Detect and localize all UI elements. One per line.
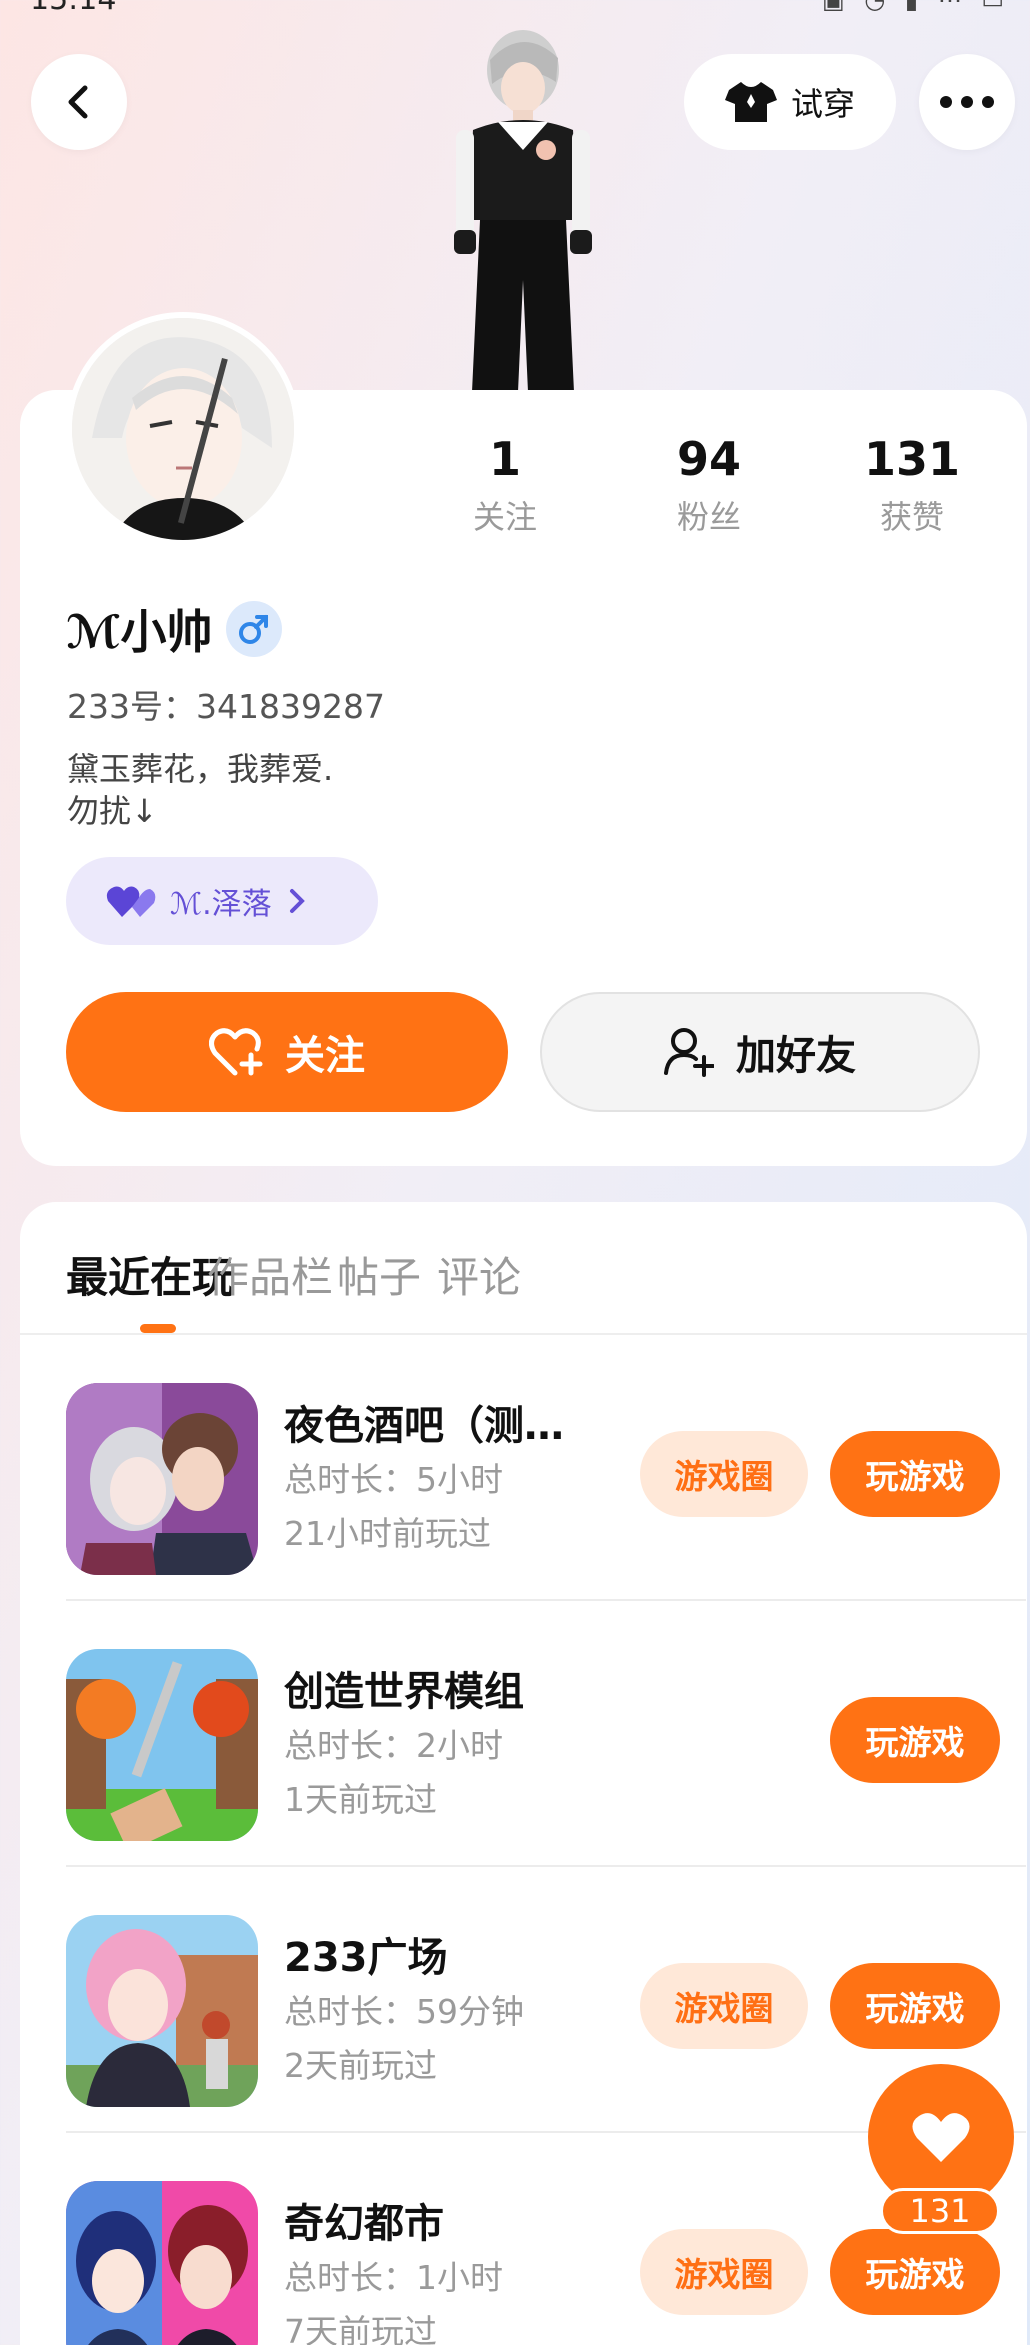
couple-tag[interactable]: ℳ.泽落 — [66, 857, 378, 945]
game-duration: 总时长：59分钟 — [284, 1992, 524, 2031]
game-row[interactable]: 夜色酒吧（测… 总时长：5小时 21小时前玩过 游戏圈 玩游戏 — [66, 1335, 1026, 1601]
game-name: 创造世界模组 — [284, 1669, 524, 1715]
play-game-button[interactable]: 玩游戏 — [830, 2229, 1000, 2315]
bio: 黛玉葬花，我葬爱. 勿扰↓ — [67, 750, 334, 830]
character-3d-avatar[interactable] — [428, 30, 618, 392]
stat-following[interactable]: 1 关注 — [425, 432, 585, 538]
status-icons: ▣ ◔ ▮ ⋯ ▭ — [821, 0, 1010, 14]
game-last-played: 21小时前玩过 — [284, 1514, 491, 1553]
play-game-button[interactable]: 玩游戏 — [830, 1431, 1000, 1517]
try-on-label: 试穿 — [790, 85, 855, 123]
games-card: 最近在玩 作品栏 帖子 评论 夜色酒吧（测… 总时长：5小时 21小时前玩过 游… — [20, 1202, 1027, 2345]
following-count: 1 — [488, 432, 521, 486]
user-id: 233号：341839287 — [67, 687, 385, 726]
game-row[interactable]: 创造世界模组 总时长：2小时 1天前玩过 玩游戏 — [66, 1601, 1026, 1867]
fans-count: 94 — [676, 432, 741, 486]
tab-posts[interactable]: 帖子 — [337, 1244, 421, 1305]
game-name: 奇幻都市 — [284, 2201, 444, 2247]
male-icon — [226, 601, 283, 657]
game-name: 233广场 — [284, 1935, 448, 1981]
chevron-right-icon — [289, 889, 305, 913]
nickname: ℳ小帅 — [66, 605, 213, 659]
tab-comments[interactable]: 评论 — [437, 1244, 521, 1305]
game-icon-233-plaza — [66, 1915, 258, 2107]
stat-fans[interactable]: 94 粉丝 — [629, 432, 789, 538]
add-friend-button[interactable]: 加好友 — [540, 992, 980, 1112]
likes-label: 获赞 — [879, 498, 944, 536]
game-duration: 总时长：5小时 — [284, 1460, 503, 1499]
game-last-played: 2天前玩过 — [284, 2046, 437, 2085]
status-bar: 15:14 ▣ ◔ ▮ ⋯ ▭ — [0, 0, 1030, 14]
fans-label: 粉丝 — [676, 498, 741, 536]
game-duration: 总时长：1小时 — [284, 2258, 503, 2297]
game-circle-button[interactable]: 游戏圈 — [640, 1431, 808, 1517]
tab-bar: 最近在玩 作品栏 帖子 评论 — [20, 1202, 1027, 1335]
more-dots-icon — [940, 96, 994, 108]
try-on-button[interactable]: 试穿 — [684, 54, 896, 150]
add-friend-label: 加好友 — [736, 1033, 856, 1079]
likes-count: 131 — [863, 432, 961, 486]
avatar[interactable] — [66, 312, 300, 546]
game-icon-fantasy-city — [66, 2181, 258, 2345]
follow-button[interactable]: 关注 — [66, 992, 508, 1112]
couple-name: ℳ.泽落 — [170, 887, 272, 922]
game-circle-button[interactable]: 游戏圈 — [640, 1963, 808, 2049]
heart-icon — [912, 2113, 970, 2162]
game-icon-create-world — [66, 1649, 258, 1841]
tab-active-indicator — [140, 1324, 176, 1333]
game-last-played: 1天前玩过 — [284, 1780, 437, 1819]
follow-label: 关注 — [285, 1033, 365, 1079]
play-game-button[interactable]: 玩游戏 — [830, 1963, 1000, 2049]
status-time: 15:14 — [30, 0, 116, 14]
game-icon-night-bar — [66, 1383, 258, 1575]
tshirt-icon — [724, 82, 777, 122]
double-heart-icon — [106, 886, 156, 917]
chevron-left-icon — [68, 85, 88, 119]
avatar-portrait-image — [72, 318, 294, 540]
game-duration: 总时长：2小时 — [284, 1726, 503, 1765]
play-game-button[interactable]: 玩游戏 — [830, 1697, 1000, 1783]
game-name: 夜色酒吧（测… — [284, 1403, 564, 1449]
add-user-icon — [664, 1028, 714, 1077]
game-circle-button[interactable]: 游戏圈 — [640, 2229, 808, 2315]
like-count-badge: 131 — [880, 2188, 1000, 2234]
nickname-row: ℳ小帅 — [66, 596, 283, 662]
tab-works[interactable]: 作品栏 — [207, 1244, 333, 1305]
stat-likes[interactable]: 131 获赞 — [832, 432, 992, 538]
heart-plus-icon — [209, 1028, 263, 1076]
more-button[interactable] — [919, 54, 1015, 150]
following-label: 关注 — [472, 498, 537, 536]
back-button[interactable] — [31, 54, 127, 150]
game-last-played: 7天前玩过 — [284, 2312, 437, 2345]
